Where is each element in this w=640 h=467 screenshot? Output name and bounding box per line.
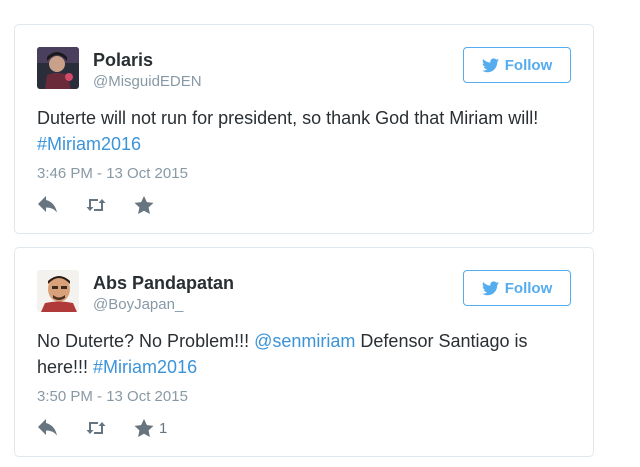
retweet-button[interactable] <box>85 418 107 438</box>
tweet-actions: 1 <box>37 418 193 438</box>
reply-icon <box>38 196 57 213</box>
retweet-icon <box>86 422 106 434</box>
follow-label: Follow <box>504 56 553 74</box>
follow-button[interactable]: Follow <box>463 47 571 83</box>
follow-button[interactable]: Follow <box>463 270 571 306</box>
favorite-count: 1 <box>159 419 168 437</box>
tweet-text: Duterte will not run for president, so t… <box>37 105 582 157</box>
tweet-text-body: Duterte will not run for president, so t… <box>37 108 539 128</box>
reply-icon <box>38 419 57 436</box>
favorite-button[interactable] <box>133 195 159 215</box>
tweet-text-body: No Duterte? No Problem!!! <box>37 331 250 351</box>
tweet-text: No Duterte? No Problem!!! @senmiriam Def… <box>37 328 582 380</box>
avatar[interactable] <box>37 270 79 312</box>
reply-button[interactable] <box>37 418 59 438</box>
tweet-text-body: Defensor Santiago is <box>360 331 528 351</box>
retweet-icon <box>86 199 106 211</box>
reply-button[interactable] <box>37 195 59 215</box>
user-handle[interactable]: @MisguidEDEN <box>93 73 202 90</box>
follow-label: Follow <box>504 279 553 297</box>
tweet-timestamp[interactable]: 3:50 PM - 13 Oct 2015 <box>37 388 188 405</box>
tweet-text-body: here!!! <box>37 357 89 377</box>
retweet-button[interactable] <box>85 195 107 215</box>
display-name[interactable]: Abs Pandapatan <box>93 273 234 294</box>
twitter-bird-icon <box>481 280 499 295</box>
user-handle[interactable]: @BoyJapan_ <box>93 296 183 313</box>
hashtag-link[interactable]: #Miriam2016 <box>93 357 197 377</box>
tweet-card: Abs Pandapatan @BoyJapan_ Follow No Dute… <box>14 247 594 457</box>
display-name[interactable]: Polaris <box>93 50 153 71</box>
favorite-star-icon <box>134 419 154 437</box>
tweet-actions <box>37 195 185 215</box>
twitter-bird-icon <box>481 57 499 72</box>
favorite-star-icon <box>134 196 154 214</box>
mention-link[interactable]: @senmiriam <box>254 331 355 351</box>
tweet-card: Polaris @MisguidEDEN Follow Duterte will… <box>14 24 594 234</box>
tweet-timestamp[interactable]: 3:46 PM - 13 Oct 2015 <box>37 165 188 182</box>
favorite-button[interactable]: 1 <box>133 418 167 438</box>
avatar[interactable] <box>37 47 79 89</box>
hashtag-link[interactable]: #Miriam2016 <box>37 134 141 154</box>
